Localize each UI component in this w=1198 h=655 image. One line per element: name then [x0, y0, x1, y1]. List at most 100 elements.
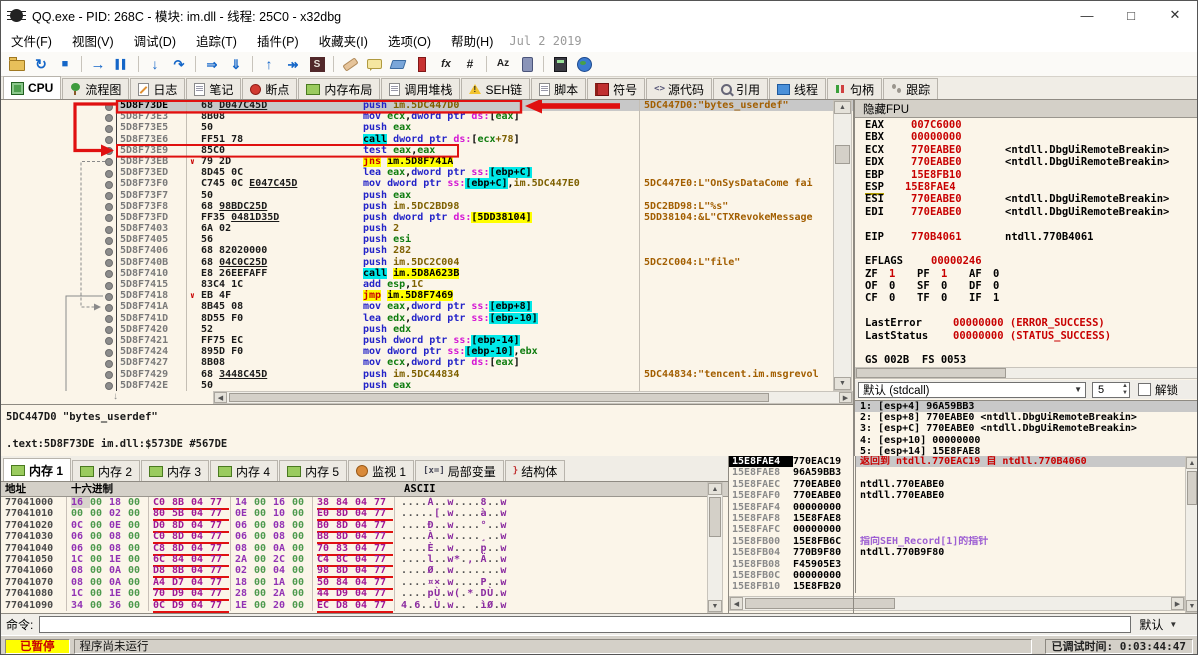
scroll-up-icon[interactable]: ▲: [708, 483, 722, 495]
arg-count-stepper[interactable]: 5 ▲ ▼: [1092, 381, 1130, 398]
disasm-row[interactable]: 5D8F7415 83C4 1C add esp,1C: [1, 279, 853, 291]
scroll-left-icon[interactable]: ◀: [214, 392, 227, 403]
run-to-cursor-button[interactable]: ⇒: [201, 54, 223, 75]
breakpoint-dot[interactable]: [105, 147, 113, 156]
eflags-row[interactable]: EFLAGS 00000246: [855, 255, 1197, 267]
breakpoint-dot[interactable]: [105, 292, 113, 301]
tab-CPU[interactable]: CPU: [3, 76, 62, 99]
dump-row[interactable]: 77041060 08 00 0A 00 D8 8B 04 77 02 00 04 00 98 8D 04 77…: [1, 565, 728, 579]
register-row[interactable]: EAX 007C6000: [855, 119, 1197, 131]
scroll-up-icon[interactable]: ▲: [1186, 457, 1197, 469]
disasm-row[interactable]: 5D8F73DE 68 D047C45D push im.5DC447D0 5DC44…: [1, 100, 853, 112]
tab-符号[interactable]: 符号: [587, 78, 646, 99]
register-row[interactable]: EBX 00000000: [855, 131, 1197, 143]
breakpoint-dot[interactable]: [105, 315, 113, 324]
breakpoint-dot[interactable]: [105, 169, 113, 178]
disasm-row[interactable]: 5D8F7406 68 82020000 push 282: [1, 245, 853, 257]
comments-button[interactable]: [363, 54, 385, 75]
stop-button[interactable]: ■: [54, 54, 76, 75]
tab-调用堆栈[interactable]: 调用堆栈: [381, 78, 461, 99]
panel-divider[interactable]: [853, 100, 854, 613]
menu-item[interactable]: 帮助(H): [441, 35, 503, 49]
step-over-button[interactable]: ↷: [168, 54, 190, 75]
dump-row[interactable]: 77041080 1C 00 1E 00 70 D9 04 77 28 00 2A 00 44 D9 04 77…: [1, 588, 728, 602]
disasm-row[interactable]: 5D8F7424 895D F0 mov dword ptr ss:[ebp-10]…: [1, 346, 853, 358]
breakpoint-dot[interactable]: [105, 337, 113, 346]
tab-流程图[interactable]: 流程图: [62, 78, 130, 99]
tab-句柄[interactable]: 句柄: [827, 78, 883, 99]
stack-row[interactable]: 15E8FB04 770B9F80 ntdll.770B9F80: [729, 547, 1197, 559]
stack-row[interactable]: 15E8FB0C 00000000: [729, 570, 1197, 582]
disasm-row[interactable]: 5D8F7421 FF75 EC push dword ptr ss:[ebp-14…: [1, 334, 853, 347]
dump-vscrollbar[interactable]: ▲ ▼: [707, 482, 723, 613]
breakpoint-dot[interactable]: [105, 102, 113, 111]
registers-list[interactable]: EAX 007C6000 EBX 00000000 ECX 770EABE0 <ntdll.…: [855, 119, 1197, 367]
register-row[interactable]: EIP 770B4061 ntdll.770B4061: [855, 231, 1197, 243]
dump-tab-结构体[interactable]: } 结构体: [504, 460, 566, 481]
handles-tool-button[interactable]: [516, 54, 538, 75]
argument-row[interactable]: 4: [esp+10] 00000000: [855, 435, 1197, 446]
memory-dump-pane[interactable]: 地址 十六进制 ASCII 77041000 16 00 18 00 C0 8B 04 77 14…: [1, 482, 728, 613]
breakpoint-dot[interactable]: [105, 359, 113, 368]
tab-断点[interactable]: 断点: [242, 78, 298, 99]
breakpoint-dot[interactable]: [105, 270, 113, 279]
dump-tab-局部变量[interactable]: [x=] 局部变量: [415, 460, 504, 481]
dump-row[interactable]: 77041000 16 00 18 00 C0 8B 04 77 14 00 16 00 38 84 04 77…: [1, 497, 728, 510]
stack-row[interactable]: 15E8FB00 15E8FB6C 指向SEH_Record[1]的指针: [729, 535, 1197, 548]
argument-row[interactable]: 2: [esp+8] 770EABE0 <ntdll.DbgUiRemoteBr…: [855, 412, 1197, 423]
dump-tab-内存 2[interactable]: 内存 2: [72, 460, 141, 481]
breakpoint-dot[interactable]: [105, 281, 113, 290]
dump-row[interactable]: 77041090 34 00 36 00 0C D9 04 77 1E 00 20 00 EC D8 04 77…: [1, 599, 728, 613]
execute-till-return-button[interactable]: ↑: [258, 54, 280, 75]
open-file-button[interactable]: [6, 54, 28, 75]
scroll-left-icon[interactable]: ◀: [730, 597, 743, 610]
breakpoint-dot[interactable]: [105, 303, 113, 312]
disasm-row[interactable]: 5D8F7410 E8 26EEFAFF call im.5D8A623B: [1, 267, 853, 279]
breakpoint-dot[interactable]: [105, 124, 113, 133]
stack-row[interactable]: 15E8FAE4 770EAC19 返回到 ntdll.770EAC19 自 ntd…: [729, 456, 1197, 468]
pause-button[interactable]: ▌▌: [111, 54, 133, 75]
string-refs-button[interactable]: #: [459, 54, 481, 75]
tab-跟踪[interactable]: 跟踪: [883, 78, 939, 99]
breakpoint-dot[interactable]: [105, 136, 113, 145]
disasm-row[interactable]: 5D8F742E 50 push eax: [1, 379, 853, 391]
scroll-thumb[interactable]: [1187, 471, 1197, 505]
stack-row[interactable]: 15E8FAE8 96A59BB3: [729, 467, 1197, 479]
tab-笔记[interactable]: 笔记: [186, 78, 242, 99]
dump-row[interactable]: 77041040 06 00 08 00 C8 8D 04 77 08 00 0A 00 70 83 04 77…: [1, 542, 728, 556]
stack-row[interactable]: 15E8FB10 15E8FB20: [729, 581, 1197, 593]
scroll-down-icon[interactable]: ▼: [1186, 600, 1197, 612]
minimize-button[interactable]: —: [1065, 1, 1109, 29]
disasm-row[interactable]: 5D8F73EB ∨ 79 2D jns im.5D8F741A: [1, 155, 853, 168]
restart-button[interactable]: ↻: [30, 54, 52, 75]
disassembly-vscrollbar[interactable]: ▲ ▼: [833, 100, 852, 391]
stack-vscrollbar[interactable]: ▲ ▼: [1185, 456, 1197, 613]
breakpoint-dot[interactable]: [105, 158, 113, 167]
scroll-down-icon[interactable]: ▼: [708, 600, 722, 612]
menu-item[interactable]: 视图(V): [62, 35, 124, 49]
menu-item[interactable]: 收藏夹(I): [309, 35, 378, 49]
argument-row[interactable]: 3: [esp+C] 770EABE0 <ntdll.DbgUiRemoteBr…: [855, 423, 1197, 434]
close-button[interactable]: ✕: [1153, 1, 1197, 29]
patches-button[interactable]: [339, 54, 361, 75]
scylla-button[interactable]: S: [306, 54, 328, 75]
tab-引用[interactable]: 引用: [713, 78, 769, 99]
flags-row[interactable]: ZF 1 PF 1 AF 0: [855, 268, 1197, 280]
breakpoint-dot[interactable]: [105, 236, 113, 245]
scroll-thumb[interactable]: [835, 145, 850, 164]
disassembly-hscrollbar[interactable]: ◀ ▶: [213, 391, 853, 404]
hide-fpu-button[interactable]: 隐藏FPU: [855, 100, 1197, 118]
tab-线程[interactable]: 线程: [769, 78, 827, 99]
arguments-pane[interactable]: 1: [esp+4] 96A59BB3 2: [esp+8] 770EABE0 <…: [855, 400, 1197, 457]
disasm-row[interactable]: 5D8F7403 6A 02 push 2: [1, 223, 853, 235]
disasm-row[interactable]: 5D8F7405 56 push esi: [1, 234, 853, 246]
stack-row[interactable]: 15E8FAF8 15E8FAE8: [729, 513, 1197, 525]
disasm-row[interactable]: 5D8F7427 8B08 mov ecx,dword ptr ds:[eax]: [1, 357, 853, 369]
register-row[interactable]: EBP 15E8FB10: [855, 169, 1197, 181]
tab-脚本[interactable]: 脚本: [531, 78, 587, 99]
scroll-thumb[interactable]: [229, 393, 769, 402]
disasm-row[interactable]: 5D8F7429 68 3448C45D push im.5DC44834 5DC44…: [1, 368, 853, 380]
tab-源代码[interactable]: <> 源代码: [646, 78, 713, 99]
breakpoint-dot[interactable]: [105, 192, 113, 200]
menu-item[interactable]: 文件(F): [1, 35, 62, 49]
